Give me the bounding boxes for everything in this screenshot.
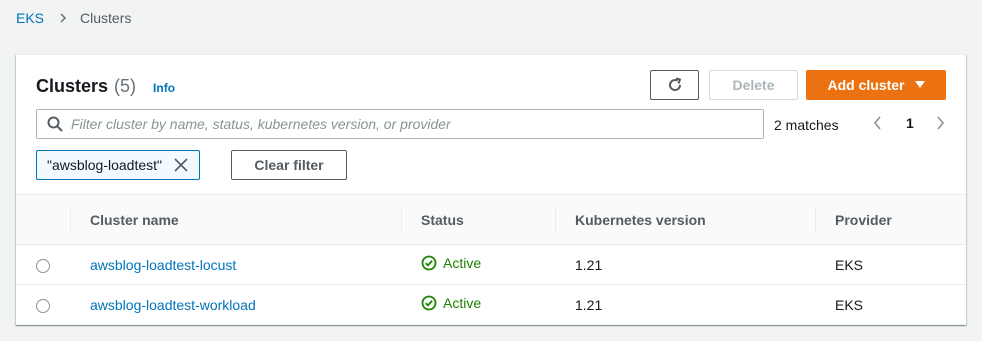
clusters-panel: Clusters (5) Info Delete Add cluster 2 m… [16, 54, 966, 325]
status-text: Active [443, 295, 482, 311]
check-circle-icon [421, 255, 437, 271]
cluster-name-link[interactable]: awsblog-loadtest-locust [90, 257, 236, 273]
close-icon[interactable] [174, 158, 188, 172]
breadcrumb: EKS Clusters [16, 10, 131, 26]
cluster-count: (5) [114, 76, 137, 96]
match-count: 2 matches [774, 117, 839, 133]
refresh-icon [667, 77, 683, 93]
check-circle-icon [421, 295, 437, 311]
info-link[interactable]: Info [153, 81, 175, 95]
clear-filter-button[interactable]: Clear filter [231, 150, 347, 180]
status-badge: Active [421, 255, 481, 271]
add-cluster-button[interactable]: Add cluster [806, 70, 946, 100]
table-row[interactable]: awsblog-loadtest-locust Active 1.21 EKS [16, 245, 966, 285]
caret-down-icon [914, 81, 925, 89]
clusters-table: Cluster name Status Kubernetes version P… [16, 194, 966, 325]
filter-token: "awsblog-loadtest" [36, 150, 200, 180]
status-badge: Active [421, 295, 481, 311]
kubernetes-version: 1.21 [575, 256, 603, 273]
kubernetes-version: 1.21 [575, 296, 603, 313]
panel-header: Clusters (5) Info [36, 76, 175, 97]
table-header-row: Cluster name Status Kubernetes version P… [16, 194, 966, 245]
delete-button[interactable]: Delete [709, 70, 798, 100]
search-icon [47, 116, 63, 132]
breadcrumb-current: Clusters [80, 10, 132, 26]
column-header-provider[interactable]: Provider [815, 195, 966, 245]
column-header-kubernetes-version[interactable]: Kubernetes version [555, 195, 815, 245]
filter-input[interactable] [71, 116, 763, 132]
next-page-icon[interactable] [934, 116, 946, 130]
filter-field[interactable] [36, 109, 764, 139]
column-header-status[interactable]: Status [401, 195, 555, 245]
add-cluster-label: Add cluster [827, 77, 905, 93]
status-text: Active [443, 255, 482, 271]
row-select-radio[interactable] [36, 298, 50, 313]
pagination: 1 [872, 115, 946, 131]
provider: EKS [835, 256, 864, 273]
page-title: Clusters [36, 76, 109, 96]
row-select-radio[interactable] [36, 258, 50, 273]
column-header-cluster-name[interactable]: Cluster name [70, 195, 401, 245]
refresh-button[interactable] [650, 70, 699, 100]
chevron-right-icon [58, 13, 68, 23]
cluster-name-link[interactable]: awsblog-loadtest-workload [90, 297, 256, 313]
table-row[interactable]: awsblog-loadtest-workload Active 1.21 EK… [16, 285, 966, 325]
previous-page-icon[interactable] [872, 116, 884, 130]
current-page[interactable]: 1 [906, 115, 914, 131]
breadcrumb-eks-link[interactable]: EKS [16, 10, 44, 26]
filter-token-label: "awsblog-loadtest" [47, 157, 163, 173]
select-column-header [16, 195, 70, 245]
provider: EKS [835, 296, 864, 313]
